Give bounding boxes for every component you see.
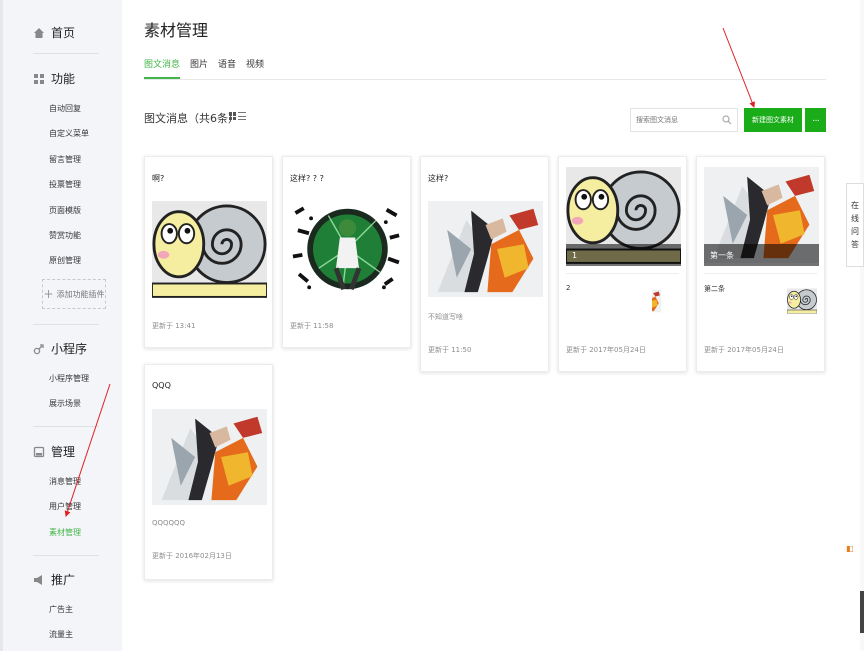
- sidebar-group-title: 推广: [51, 573, 76, 587]
- card-thumbnail: [152, 406, 267, 508]
- sidebar-item-auto-reply[interactable]: 自动回复: [49, 103, 81, 114]
- sidebar-item-reward[interactable]: 赞赏功能: [49, 230, 81, 241]
- sidebar-group-title: 功能: [51, 72, 76, 86]
- tab-video[interactable]: 视频: [246, 57, 264, 79]
- card-title: 这样?: [428, 174, 449, 183]
- sidebar-divider: [33, 555, 99, 556]
- grid-icon: [34, 73, 44, 84]
- grid-view-icon[interactable]: [229, 112, 236, 120]
- sidebar: 首页 功能 自动回复 自定义菜单 留言管理 投票管理 页面模版 赞赏功能 原创管…: [0, 0, 122, 651]
- sidebar-item-miniprogram-manage[interactable]: 小程序管理: [49, 373, 89, 384]
- card-cover: 1: [566, 164, 681, 266]
- sidebar-item-publisher[interactable]: 流量主: [49, 629, 73, 640]
- article-card[interactable]: 啊? 更新于 13:41: [144, 156, 273, 348]
- widget-char: 在: [851, 201, 859, 210]
- sub-article-title: 2: [566, 284, 571, 292]
- page-edge: [860, 0, 864, 651]
- multi-article-card[interactable]: 1 2 更新于 2017年05月24日: [558, 156, 687, 372]
- anime-character-image: [290, 198, 405, 300]
- card-title: 这样? ? ?: [290, 174, 324, 183]
- card-update-time: 更新于 11:58: [290, 322, 334, 330]
- illustration-image: [428, 198, 543, 300]
- feedback-tag-icon[interactable]: ◧: [846, 544, 854, 553]
- sidebar-item-advertiser[interactable]: 广告主: [49, 604, 73, 615]
- plus-icon: +: [43, 287, 54, 301]
- list-view-icon[interactable]: [238, 112, 246, 120]
- card-update-time: 更新于 2017年05月24日: [566, 346, 646, 354]
- card-title: 啊?: [152, 174, 165, 183]
- article-card[interactable]: 这样? 不知道写啥 更新于 11:50: [420, 156, 549, 372]
- card-update-time: 更新于 13:41: [152, 322, 196, 330]
- card-description: 不知道写啥: [428, 313, 463, 321]
- more-button[interactable]: ···: [805, 108, 826, 132]
- add-plugin-button[interactable]: + 添加功能插件: [42, 279, 106, 309]
- sidebar-item-comments[interactable]: 留言管理: [49, 154, 81, 165]
- sidebar-group-title: 小程序: [51, 342, 88, 356]
- illustration-image: [652, 280, 679, 322]
- card-update-time: 更新于 2017年05月24日: [704, 346, 784, 354]
- home-icon: [34, 27, 44, 38]
- card-thumbnail: [290, 198, 405, 300]
- search-icon[interactable]: [722, 115, 732, 125]
- sidebar-item-templates[interactable]: 页面模版: [49, 205, 81, 216]
- card-update-time: 更新于 2016年02月13日: [152, 552, 232, 560]
- link-icon: [33, 343, 44, 354]
- card-cover: 第一条: [704, 164, 819, 266]
- widget-char: 问: [851, 227, 859, 236]
- illustration-image: [152, 406, 267, 508]
- sidebar-item-users[interactable]: 用户管理: [49, 501, 81, 512]
- view-toggle: [229, 112, 246, 120]
- sidebar-item-votes[interactable]: 投票管理: [49, 179, 81, 190]
- sidebar-group-promotion: 推广: [33, 571, 75, 588]
- card-thumbnail: [152, 198, 267, 300]
- sub-article-thumbnail: [787, 280, 817, 322]
- sidebar-item-messages[interactable]: 消息管理: [49, 476, 81, 487]
- search-box: [630, 108, 738, 132]
- sidebar-group-miniprogram: 小程序: [33, 340, 87, 357]
- cover-title: 1: [566, 244, 681, 266]
- sidebar-group-features: 功能: [33, 70, 75, 87]
- tab-images[interactable]: 图片: [190, 57, 208, 79]
- sidebar-divider: [33, 53, 99, 54]
- sub-article-row: 2: [566, 273, 679, 321]
- sub-article-title: 第二条: [704, 285, 725, 293]
- section-title: 图文消息（共6条）: [144, 112, 239, 125]
- cartoon-snail-image: [787, 280, 817, 322]
- tab-bar: 图文消息 图片 语音 视频: [144, 57, 826, 80]
- card-description: QQQQQQ: [152, 519, 186, 527]
- cover-title: 第一条: [704, 244, 819, 266]
- article-card[interactable]: QQQ QQQQQQ 更新于 2016年02月13日: [144, 364, 273, 580]
- card-thumbnail: [428, 198, 543, 300]
- tab-voice[interactable]: 语音: [218, 57, 236, 79]
- online-consult-widget[interactable]: 在 线 问 答: [846, 183, 864, 267]
- megaphone-icon: [34, 574, 42, 585]
- sidebar-divider: [33, 426, 99, 427]
- scroll-handle[interactable]: [860, 591, 864, 633]
- sidebar-item-materials[interactable]: 素材管理: [49, 527, 81, 538]
- add-plugin-label: 添加功能插件: [56, 289, 105, 299]
- sidebar-group-title: 管理: [51, 445, 76, 459]
- sub-article-row: 第二条: [704, 273, 817, 321]
- sidebar-item-custom-menu[interactable]: 自定义菜单: [49, 128, 89, 139]
- sidebar-home[interactable]: 首页: [33, 24, 75, 41]
- tab-news[interactable]: 图文消息: [144, 57, 181, 79]
- sidebar-item-scenes[interactable]: 展示场景: [49, 398, 81, 409]
- widget-char: 线: [851, 214, 859, 223]
- multi-article-card[interactable]: 第一条 第二条 更新于 2017年05月24日: [696, 156, 825, 372]
- sub-article-thumbnail: [652, 280, 679, 322]
- article-card[interactable]: 这样? ? ? 更新于 11:58: [282, 156, 411, 348]
- sidebar-home-label: 首页: [51, 26, 76, 40]
- cartoon-snail-image: [152, 198, 267, 300]
- sidebar-group-manage: 管理: [33, 443, 75, 460]
- sidebar-item-original[interactable]: 原创管理: [49, 255, 81, 266]
- new-article-button[interactable]: 新建图文素材: [744, 108, 802, 132]
- widget-char: 答: [851, 240, 859, 249]
- document-icon: [33, 446, 45, 457]
- page-title: 素材管理: [144, 21, 209, 40]
- search-input[interactable]: [636, 116, 722, 124]
- sidebar-divider: [33, 324, 99, 325]
- card-update-time: 更新于 11:50: [428, 346, 472, 354]
- card-title: QQQ: [152, 381, 171, 390]
